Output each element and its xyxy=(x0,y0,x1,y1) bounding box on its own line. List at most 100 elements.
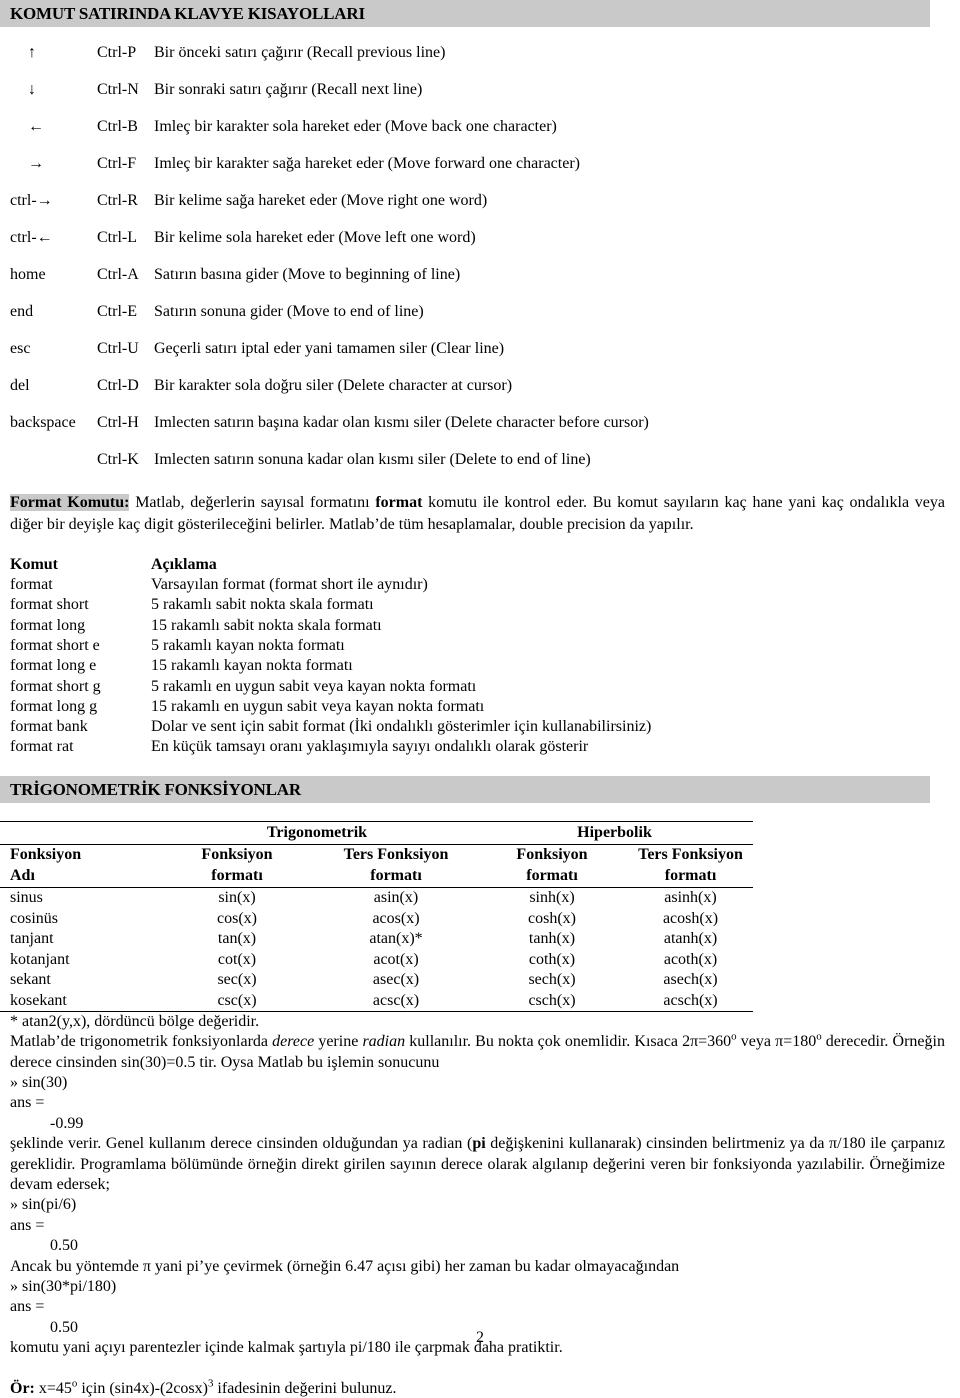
shortcut-key: esc xyxy=(10,340,31,358)
hyperbolic-function-format: sinh(x) xyxy=(529,889,575,907)
shortcut-key: backspace xyxy=(10,414,76,432)
shortcut-description: Bir sonraki satırı çağırır (Recall next … xyxy=(154,81,423,99)
format-header-command: Komut xyxy=(10,555,58,573)
format-description-cell: Dolar ve sent için sabit format (İki ond… xyxy=(151,718,652,736)
trig-inverse-format: asin(x) xyxy=(373,889,419,907)
shortcut-key: ↓ xyxy=(28,81,36,99)
radian-italic-radian: radian xyxy=(362,1033,406,1051)
trig-function-name: kotanjant xyxy=(10,950,70,968)
trig-footnote: * atan2(y,x), dördüncü bölge değeridir. xyxy=(10,1012,260,1030)
shortcut-row: end Ctrl-E Satırın sonuna gider (Move to… xyxy=(0,293,960,330)
shortcut-ctrl: Ctrl-K xyxy=(97,451,139,469)
shortcut-description: Bir karakter sola doğru siler (Delete ch… xyxy=(154,377,513,395)
format-table-row: format long e 15 rakamlı kayan nokta for… xyxy=(10,656,960,676)
trig-col-header: Fonksiyon xyxy=(516,846,588,864)
trig-table-row: cosinüs cos(x) acos(x) cosh(x) acosh(x) xyxy=(0,908,753,928)
shortcut-key: ctrl-→ xyxy=(10,192,53,210)
shortcut-row: ↓ Ctrl-N Bir sonraki satırı çağırır (Rec… xyxy=(0,71,960,108)
shortcut-key: ↑ xyxy=(28,44,36,62)
trig-col-subheader: formatı xyxy=(476,865,628,888)
trig-col-subheader: Adı xyxy=(0,865,158,888)
trig-table-row: sekant sec(x) asec(x) sech(x) asech(x) xyxy=(0,970,753,990)
format-description-cell: 5 rakamlı en uygun sabit veya kayan nokt… xyxy=(151,677,477,695)
trig-table-row: kotanjant cot(x) acot(x) coth(x) acoth(x… xyxy=(0,949,753,969)
trig-function-name: cosinüs xyxy=(10,909,58,927)
format-description-cell: 15 rakamlı en uygun sabit veya kayan nok… xyxy=(151,697,485,715)
shortcut-description: Imleç bir karakter sağa hareket eder (Mo… xyxy=(154,155,580,173)
ans-label-3: ans = xyxy=(10,1298,45,1316)
shortcuts-section-title: KOMUT SATIRINDA KLAVYE KISAYOLLARI xyxy=(0,0,930,28)
format-table-row: format short g 5 rakamlı en uygun sabit … xyxy=(10,677,960,697)
hyperbolic-function-format: csch(x) xyxy=(476,990,628,1012)
shortcut-ctrl: Ctrl-B xyxy=(97,118,138,136)
shortcut-description: Bir önceki satırı çağırır (Recall previo… xyxy=(154,44,446,62)
shortcut-row: esc Ctrl-U Geçerli satırı iptal eder yan… xyxy=(0,330,960,367)
shortcut-ctrl: Ctrl-F xyxy=(97,155,137,173)
format-description-cell: 5 rakamlı kayan nokta formatı xyxy=(151,636,345,654)
shortcut-row: ctrl-← Ctrl-L Bir kelime sola hareket ed… xyxy=(0,219,960,256)
format-command-cell: format xyxy=(10,576,53,594)
trig-function-format: tan(x) xyxy=(217,930,257,948)
trigonometric-functions-table: Trigonometrik Hiperbolik Fonksiyon Fonks… xyxy=(0,820,753,1012)
format-description-cell: 15 rakamlı kayan nokta formatı xyxy=(151,657,353,675)
trig-table-row: kosekant csc(x) acsc(x) csch(x) acsch(x) xyxy=(0,990,753,1012)
trig-col-header: Ters Fonksiyon xyxy=(638,846,743,864)
format-command-cell: format long xyxy=(10,616,86,634)
shortcut-row: home Ctrl-A Satırın basına gider (Move t… xyxy=(0,256,960,293)
document-page: KOMUT SATIRINDA KLAVYE KISAYOLLARI ↑ Ctr… xyxy=(0,0,960,1397)
page-number: 2 xyxy=(476,1329,484,1346)
radian-text-b: yerine xyxy=(314,1033,363,1051)
format-table-row: format rat En küçük tamsayı oranı yaklaş… xyxy=(10,737,960,757)
format-table-row: format short 5 rakamlı sabit nokta skala… xyxy=(10,595,960,615)
trig-col-subheader: formatı xyxy=(316,865,476,888)
format-description-cell: Varsayılan format (format short ile aynı… xyxy=(151,576,428,594)
conversion-note-paragraph: Ancak bu yöntemde π yani pi’ye çevirmek … xyxy=(10,1257,680,1275)
hyperbolic-function-format: sech(x) xyxy=(528,971,576,989)
trig-function-format: cot(x) xyxy=(217,950,257,968)
example-text-a: x=45 xyxy=(34,1379,72,1397)
trig-inverse-format: acsc(x) xyxy=(316,990,476,1012)
example-line: Ör: x=45o için (sin4x)-(2cosx)3 ifadesin… xyxy=(0,1378,960,1398)
code-line-sinpi6: » sin(pi/6) xyxy=(10,1196,77,1214)
shortcut-key: end xyxy=(10,303,34,321)
example-text-c: ifadesinin değerini bulunuz. xyxy=(213,1379,397,1397)
format-paragraph-bold: format xyxy=(375,494,423,512)
shortcut-row: del Ctrl-D Bir karakter sola doğru siler… xyxy=(0,367,960,404)
format-command-paragraph: Format Komutu: Matlab, değerlerin sayısa… xyxy=(0,492,945,535)
trig-function-format: sin(x) xyxy=(218,889,256,907)
trig-col-subheader: formatı xyxy=(158,865,316,888)
trig-function-format: cos(x) xyxy=(217,909,257,927)
keyboard-shortcuts-list: ↑ Ctrl-P Bir önceki satırı çağırır (Reca… xyxy=(0,34,960,478)
hyperbolic-function-format: cosh(x) xyxy=(528,909,576,927)
ans-value-1: -0.99 xyxy=(50,1114,84,1132)
trig-function-format: sec(x) xyxy=(217,971,257,989)
shortcut-description: Bir kelime sola hareket eder (Move left … xyxy=(154,229,476,247)
radian-explanation-paragraph: Matlab’de trigonometrik fonksiyonlarda d… xyxy=(0,1031,945,1073)
usage-text-a: şeklinde verir. Genel kullanım derece ci… xyxy=(10,1135,473,1153)
shortcut-ctrl: Ctrl-A xyxy=(97,266,139,284)
example-label: Ör: xyxy=(10,1379,35,1397)
radian-text-c: kullanılır. Bu nokta çok onemlidir. Kısa… xyxy=(405,1033,732,1051)
shortcut-row: ctrl-→ Ctrl-R Bir kelime sağa hareket ed… xyxy=(0,182,960,219)
format-command-cell: format short g xyxy=(10,677,101,695)
hyperbolic-inverse-format: acsch(x) xyxy=(628,990,753,1012)
format-command-cell: format short e xyxy=(10,636,100,654)
ans-label-1: ans = xyxy=(10,1094,45,1112)
shortcut-description: Satırın sonuna gider (Move to end of lin… xyxy=(154,303,424,321)
hyperbolic-inverse-format: atanh(x) xyxy=(663,930,718,948)
hyperbolic-inverse-format: asech(x) xyxy=(663,971,718,989)
format-command-label: Format Komutu: xyxy=(10,494,130,512)
format-table-row: format long 15 rakamlı sabit nokta skala… xyxy=(10,616,960,636)
trig-column-header-row-2: Adı formatı formatı formatı formatı xyxy=(0,865,753,888)
trig-function-format: csc(x) xyxy=(158,990,316,1012)
format-table-row: format Varsayılan format (format short i… xyxy=(10,575,960,595)
format-table-row: format long g 15 rakamlı en uygun sabit … xyxy=(10,697,960,717)
usage-explanation-paragraph: şeklinde verir. Genel kullanım derece ci… xyxy=(0,1134,945,1195)
format-header-description: Açıklama xyxy=(151,555,217,573)
shortcut-key: home xyxy=(10,266,46,284)
format-table-row: format short e 5 rakamlı kayan nokta for… xyxy=(10,636,960,656)
trig-table-row: sinus sin(x) asin(x) sinh(x) asinh(x) xyxy=(0,887,753,908)
ans-value-2: 0.50 xyxy=(50,1237,78,1255)
format-table-row: format bank Dolar ve sent için sabit for… xyxy=(10,717,960,737)
trig-group-trigonometric: Trigonometrik xyxy=(158,820,476,846)
